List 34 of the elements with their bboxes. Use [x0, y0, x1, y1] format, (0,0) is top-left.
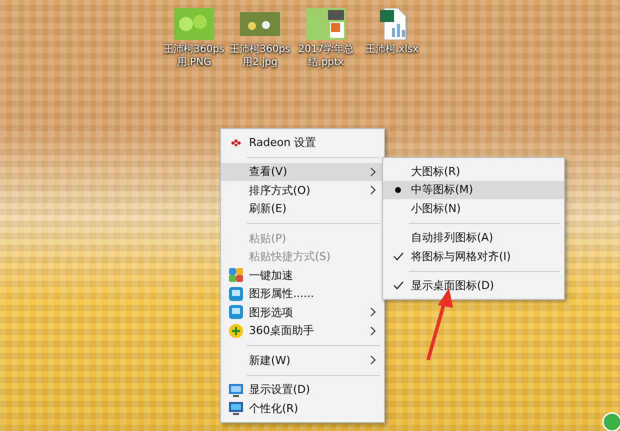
menu-item[interactable]: 一键加速	[221, 266, 384, 284]
graphics-icon	[229, 305, 243, 320]
chevron-right-icon	[370, 307, 376, 318]
chevron-right-icon	[370, 355, 376, 366]
menu-item[interactable]: 刷新(E)	[221, 200, 384, 218]
chevron-right-icon	[370, 326, 376, 336]
menu-item[interactable]: 将图标与网格对齐(I)	[383, 247, 564, 266]
menu-item[interactable]: 360桌面助手	[221, 322, 384, 340]
menu-item[interactable]: 大图标(R)	[383, 162, 564, 180]
menu-item[interactable]: 显示设置(D)	[221, 380, 384, 399]
file-name-label: 2017学年总结.pptx	[297, 43, 355, 69]
tray-app-icon[interactable]	[602, 412, 620, 431]
menu-item[interactable]: Radeon 设置	[221, 133, 384, 152]
menu-item[interactable]: 图形选项	[221, 303, 384, 322]
menu-item[interactable]: 自动排列图标(A)	[383, 228, 564, 247]
file-name-label: 王沛柯360ps用.PNG	[162, 43, 226, 69]
plus-circle-icon	[229, 324, 243, 338]
menu-item[interactable]: 图形属性......	[221, 284, 384, 303]
graphics-icon	[229, 286, 243, 301]
file-name-label: 王沛柯.xlsx	[364, 43, 420, 56]
menu-item[interactable]: 显示桌面图标(D)	[383, 276, 564, 295]
menu-item[interactable]: 中等图标(M)	[383, 180, 564, 199]
menu-item[interactable]: 排序方式(O)	[221, 181, 384, 200]
chevron-right-icon	[370, 166, 376, 177]
monitor-icon	[229, 382, 243, 397]
presentation-file-icon[interactable]	[306, 8, 346, 40]
menu-item[interactable]: 小图标(N)	[383, 199, 564, 218]
menu-item[interactable]: 查看(V)	[221, 162, 384, 181]
chevron-right-icon	[370, 185, 376, 196]
monitor-icon	[229, 401, 243, 416]
menu-item[interactable]: 新建(W)	[221, 351, 384, 370]
menu-item[interactable]: 个性化(R)	[221, 399, 384, 418]
file-name-label: 王沛柯360ps用2.jpg	[228, 43, 292, 69]
puzzle-icon	[229, 268, 243, 282]
